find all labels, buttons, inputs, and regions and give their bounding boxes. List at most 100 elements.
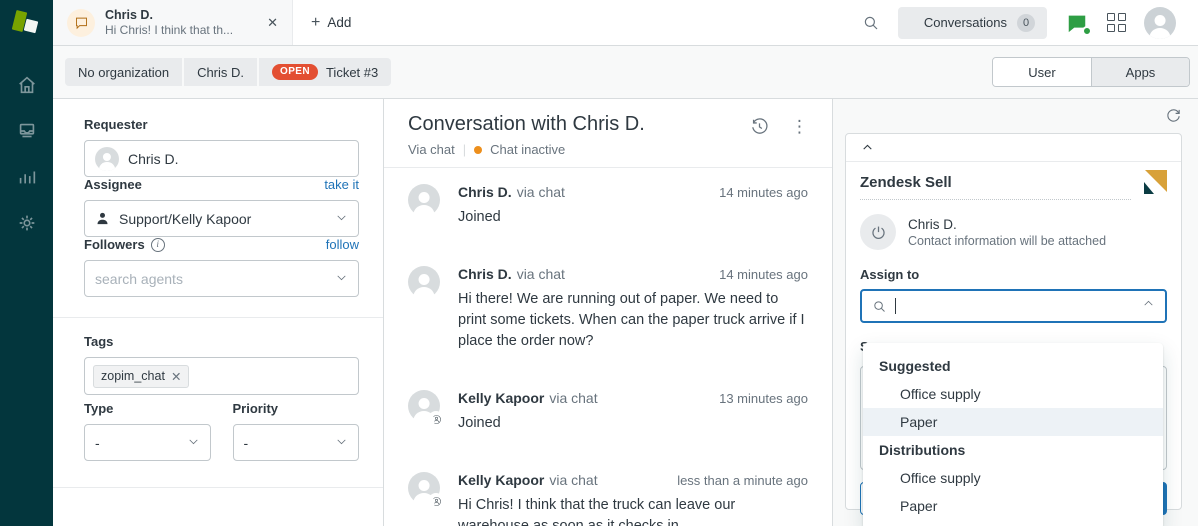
assign-to-search-input[interactable] [860, 289, 1167, 323]
chat-tab-icon [67, 9, 95, 37]
assignee-select[interactable]: Support/Kelly Kapoor [84, 200, 359, 237]
conversation-panel: Conversation with Chris D. Via chat | Ch… [384, 99, 833, 526]
views-icon[interactable] [0, 108, 53, 154]
followers-input[interactable]: search agents [84, 260, 359, 297]
dropdown-group-header: Suggested [863, 352, 1163, 380]
message-list[interactable]: Chris D. via chat 14 minutes ago Joined … [384, 168, 832, 526]
agent-badge-icon [428, 493, 444, 509]
conversation-title: Conversation with Chris D. [408, 111, 645, 137]
conversations-button[interactable]: Conversations 0 [898, 7, 1047, 39]
ticket-header-bar: No organization Chris D. OPEN Ticket #3 … [53, 46, 1198, 99]
tab-title: Chris D. [105, 8, 253, 23]
apps-grid-icon[interactable] [1107, 13, 1126, 32]
chevron-down-icon [187, 435, 200, 451]
plus-icon: + [311, 14, 320, 32]
timestamp: 14 minutes ago [719, 185, 808, 200]
ticket-tab[interactable]: Chris D. Hi Chris! I think that th... ✕ [53, 0, 293, 45]
requester-label: Requester [84, 117, 359, 132]
message: Kelly Kapoor via chat 13 minutes ago Joi… [408, 390, 808, 434]
tags-label: Tags [84, 334, 359, 349]
ticket-properties-panel: Requester Chris D. Assignee take it Supp… [53, 99, 384, 526]
reports-icon[interactable] [0, 154, 53, 200]
agent-avatar[interactable] [1144, 7, 1176, 39]
history-icon[interactable] [750, 117, 769, 136]
requester-avatar [95, 147, 119, 171]
messaging-icon[interactable] [1065, 12, 1089, 34]
requester-field[interactable]: Chris D. [84, 140, 359, 177]
search-icon [872, 299, 887, 314]
timestamp: less than a minute ago [677, 473, 808, 488]
message: Chris D. via chat 14 minutes ago Hi ther… [408, 266, 808, 352]
home-icon[interactable] [0, 62, 53, 108]
message: Chris D. via chat 14 minutes ago Joined [408, 184, 808, 228]
chat-status-text: Chat inactive [490, 142, 565, 157]
breadcrumb-requester[interactable]: Chris D. [184, 58, 259, 86]
top-bar: Chris D. Hi Chris! I think that th... ✕ … [53, 0, 1198, 46]
tab-subtitle: Hi Chris! I think that th... [105, 23, 253, 38]
dropdown-option[interactable]: Office supply [863, 380, 1163, 408]
follow-link[interactable]: follow [326, 237, 359, 252]
add-tab-button[interactable]: + Add [293, 0, 369, 45]
chevron-down-icon [335, 211, 348, 227]
tag-chip: zopim_chat ✕ [93, 365, 189, 388]
dropdown-option-highlighted[interactable]: Paper [863, 408, 1163, 436]
status-badge: OPEN [272, 64, 318, 80]
dropdown-option[interactable]: Paper [863, 492, 1163, 520]
avatar [408, 184, 440, 216]
admin-gear-icon[interactable] [0, 200, 53, 246]
ticket-number: Ticket #3 [326, 65, 378, 80]
type-label: Type [84, 401, 211, 416]
breadcrumb: No organization Chris D. OPEN Ticket #3 [65, 58, 391, 86]
followers-label: Followers i [84, 237, 165, 252]
section-divider [53, 487, 383, 488]
main-nav-sidebar [0, 0, 53, 526]
person-icon [95, 211, 110, 226]
chevron-down-icon [335, 271, 348, 287]
chevron-down-icon [335, 435, 348, 451]
zendesk-sell-logo-icon [1141, 170, 1167, 196]
dropdown-option[interactable]: Office supply [863, 464, 1163, 492]
type-select[interactable]: - [84, 424, 211, 461]
remove-tag-icon[interactable]: ✕ [171, 369, 181, 384]
conversations-count-badge: 0 [1017, 14, 1035, 32]
avatar [408, 472, 440, 504]
message: Kelly Kapoor via chat less than a minute… [408, 472, 808, 526]
search-icon[interactable] [862, 14, 880, 32]
avatar [408, 266, 440, 298]
contact-power-icon [860, 214, 896, 250]
take-it-link[interactable]: take it [324, 177, 359, 192]
breadcrumb-organization[interactable]: No organization [65, 58, 184, 86]
assign-to-dropdown: Suggested Office supply Paper Distributi… [863, 343, 1163, 526]
priority-label: Priority [233, 401, 360, 416]
chevron-up-icon[interactable] [1142, 297, 1155, 315]
chat-status-dot [474, 146, 482, 154]
assign-to-label: Assign to [860, 267, 1167, 282]
avatar [408, 390, 440, 422]
toggle-apps[interactable]: Apps [1091, 58, 1189, 86]
priority-select[interactable]: - [233, 424, 360, 461]
context-toggle: User Apps [992, 57, 1190, 87]
online-dot [1082, 26, 1092, 36]
timestamp: 14 minutes ago [719, 267, 808, 282]
dropdown-group-header: Distributions [863, 436, 1163, 464]
breadcrumb-ticket[interactable]: OPEN Ticket #3 [259, 58, 391, 86]
contact-note: Contact information will be attached [908, 234, 1106, 248]
text-cursor [895, 298, 896, 314]
timestamp: 13 minutes ago [719, 391, 808, 406]
assignee-label: Assignee [84, 177, 142, 192]
app-title: Zendesk Sell [860, 170, 1131, 200]
via-channel: Via chat [408, 142, 455, 157]
zendesk-sell-app-card: Zendesk Sell Chris D. Contact informati [845, 133, 1182, 510]
kebab-menu-icon[interactable]: ⋮ [791, 120, 808, 134]
zendesk-logo[interactable] [0, 0, 53, 46]
contact-name: Chris D. [908, 217, 1106, 232]
zendesk-agent-workspace: Chris D. Hi Chris! I think that th... ✕ … [0, 0, 1198, 526]
refresh-icon[interactable] [1165, 107, 1182, 129]
collapse-chevron-up-icon[interactable] [861, 141, 874, 154]
close-tab-icon[interactable]: ✕ [263, 11, 282, 35]
toggle-user[interactable]: User [993, 58, 1091, 86]
apps-panel: Zendesk Sell Chris D. Contact informati [833, 99, 1198, 526]
tags-input[interactable]: zopim_chat ✕ [84, 357, 359, 395]
agent-badge-icon [428, 411, 444, 427]
section-divider [53, 317, 383, 318]
